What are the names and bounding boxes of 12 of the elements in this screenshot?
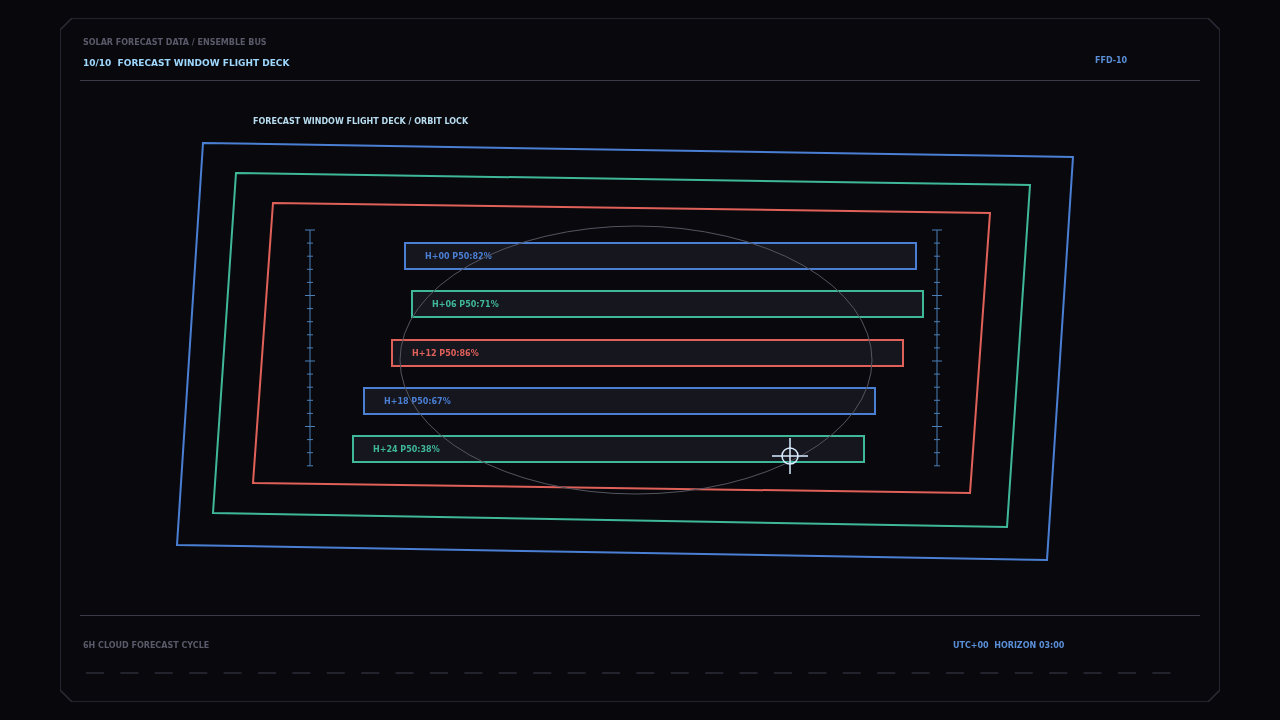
- bar-label: H+12 P50:86%: [412, 349, 479, 358]
- bar-label: H+06 P50:71%: [432, 300, 499, 309]
- deck-caption: FORECAST WINDOW FLIGHT DECK / ORBIT LOCK: [253, 117, 469, 126]
- horizon-label: UTC+00 HORIZON 03:00: [953, 641, 1065, 650]
- crosshair-icon: [771, 437, 809, 475]
- bar-label: H+00 P50:82%: [425, 252, 492, 261]
- deck-title: 10/10 FORECAST WINDOW FLIGHT DECK: [83, 58, 290, 68]
- bar-label: H+24 P50:38%: [373, 445, 440, 454]
- section-kicker: SOLAR FORECAST DATA / ENSEMBLE BUS: [83, 38, 267, 47]
- cycle-label: 6H CLOUD FORECAST CYCLE: [83, 641, 210, 650]
- deck-code: FFD-10: [1095, 56, 1128, 65]
- bar-label: H+18 P50:67%: [384, 397, 451, 406]
